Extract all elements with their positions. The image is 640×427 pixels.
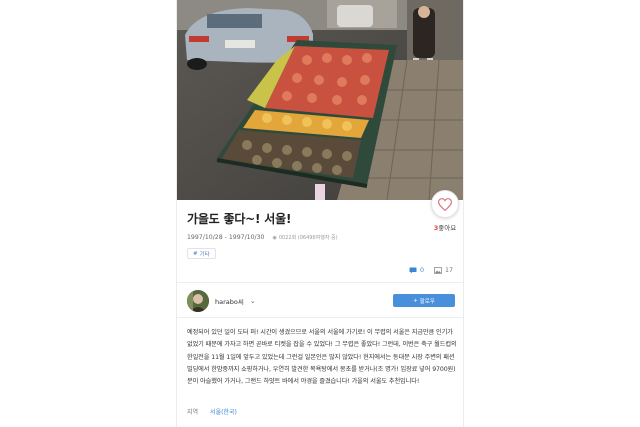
category-tag[interactable]: # 기타 [187, 248, 216, 259]
avatar-image [187, 290, 209, 312]
hash-icon: # [193, 250, 198, 257]
comment-icon [409, 267, 417, 274]
fruit-cart-photo [177, 0, 463, 200]
photo-count-number: 17 [444, 267, 453, 274]
view-count-text: 0022회 (06496여행자 중) [278, 235, 338, 241]
author-name[interactable]: harabo씨 [215, 296, 244, 306]
divider [177, 317, 463, 318]
trip-dates: 1997/10/28 - 1997/10/30 [187, 234, 265, 241]
photo-count[interactable]: 17 [434, 267, 453, 274]
region-link[interactable]: 서울(한국) [210, 407, 237, 416]
page: 3좋아요 가을도 좋다~! 서울! 1997/10/28 - 1997/10/3… [0, 0, 640, 427]
divider [177, 282, 463, 283]
post-meta: 1997/10/28 - 1997/10/30 ◉ 0022회 (06496여행… [187, 234, 338, 241]
heart-icon [438, 197, 452, 211]
post-photo[interactable] [177, 0, 463, 200]
photo-icon [434, 267, 442, 274]
avatar[interactable] [187, 290, 209, 312]
plus-icon: + [413, 297, 418, 304]
follow-button[interactable]: + 팔로우 [393, 294, 455, 307]
post-title: 가을도 좋다~! 서울! [187, 212, 292, 226]
follow-button-label: 팔로우 [419, 298, 435, 305]
eye-icon: ◉ [272, 234, 277, 241]
post-stats: 0 17 [409, 267, 453, 274]
post-card: 3좋아요 가을도 좋다~! 서울! 1997/10/28 - 1997/10/3… [176, 0, 464, 427]
post-body: 예정되어 있던 일이 도터 퍼! 시간이 생겼으므로 서울의 서울에 가기로! … [187, 329, 457, 386]
region-label: 지역 [187, 409, 199, 416]
chevron-down-icon[interactable]: ⌄ [250, 297, 256, 305]
like-count: 3좋아요 [427, 222, 463, 232]
comment-count[interactable]: 0 [409, 267, 424, 274]
category-tag-label: 기타 [199, 251, 210, 258]
view-count: ◉ 0022회 (06496여행자 중) [272, 234, 338, 242]
comment-count-number: 0 [419, 267, 424, 274]
like-count-label: 좋아요 [438, 224, 457, 232]
like-button[interactable] [431, 190, 459, 218]
author-info[interactable]: harabo씨 ⌄ [187, 290, 256, 312]
region-info: 지역 서울(한국) [187, 407, 237, 416]
